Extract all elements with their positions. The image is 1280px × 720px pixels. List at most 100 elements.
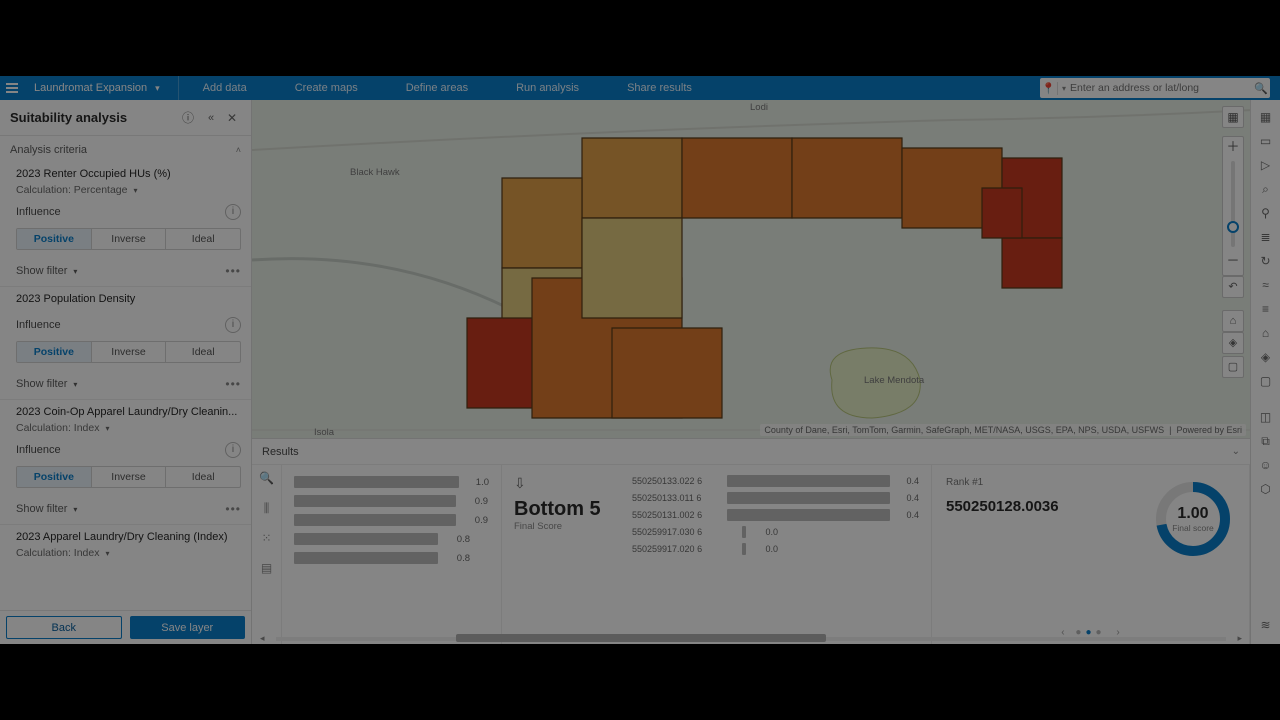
tab-add-data[interactable]: Add data [179,76,271,100]
zoom-out-button[interactable]: － [1223,251,1243,271]
search-input[interactable] [1070,82,1252,94]
window-icon[interactable]: ⧉ [1255,430,1277,452]
info-icon[interactable]: i [225,442,241,458]
top-bar-row[interactable]: 1.0 [294,475,489,489]
top-bar-row[interactable]: 0.8 [294,532,489,546]
chevron-down-icon: ▾ [73,380,77,389]
zoom-slider[interactable] [1231,161,1235,247]
collapse-icon[interactable]: « [199,112,221,124]
project-switcher[interactable]: Laundromat Expansion ▾ [24,76,179,100]
save-layer-button[interactable]: Save layer [130,616,246,639]
criterion-name: 2023 Population Density [16,293,241,305]
opt-positive[interactable]: Positive [17,342,91,362]
opt-inverse[interactable]: Inverse [91,467,166,487]
criterion-name: 2023 Apparel Laundry/Dry Cleaning (Index… [16,531,241,543]
opt-positive[interactable]: Positive [17,229,91,249]
show-filter[interactable]: Show filter ▾ [16,503,225,515]
user-icon[interactable]: ☺ [1255,454,1277,476]
score-value: 1.00 [1177,505,1208,523]
scroll-left-icon[interactable]: ◂ [260,633,265,644]
opt-positive[interactable]: Positive [17,467,91,487]
close-icon[interactable]: ✕ [221,111,243,125]
menu-icon[interactable] [0,76,24,100]
play-icon[interactable]: ▷ [1255,154,1277,176]
criterion: 2023 Coin-Op Apparel Laundry/Dry Cleanin… [0,400,251,434]
influence-toggle[interactable]: Positive Inverse Ideal [16,341,241,363]
db-icon[interactable]: ≋ [1255,614,1277,636]
help-icon[interactable]: ⓘ [177,109,199,126]
tab-define-areas[interactable]: Define areas [382,76,492,100]
chevron-down-icon: ▾ [134,186,138,195]
influence-label: Influence [16,206,225,218]
home-icon[interactable]: ⌂ [1255,322,1277,344]
table-icon[interactable]: ▤ [259,561,275,577]
map-label-3: Isola [314,427,334,438]
hex-icon[interactable]: ⬡ [1255,478,1277,500]
bottom-row[interactable]: 550250133.022 6 0.4 [632,475,919,487]
results-title: Results [262,446,1232,458]
results-panel: Results ⌄ 🔍 ⫼ ⁙ ▤ 1.0 0.9 0.9 0.8 0.8 ⇩ Bott… [252,438,1250,644]
scroll-right-icon[interactable]: ▸ [1237,633,1242,644]
info-icon[interactable]: i [225,204,241,220]
collapse-results-icon[interactable]: ⌄ [1232,446,1240,457]
map-canvas[interactable]: Lake Mendota Black Hawk Lodi Isola ▦ ＋ －… [252,100,1250,438]
results-hscroll[interactable]: ◂ ▸ [276,634,1226,644]
globe-icon[interactable]: ◈ [1255,346,1277,368]
info-icon[interactable]: i [225,317,241,333]
locate-icon[interactable]: ◈ [1222,332,1244,354]
tab-create-maps[interactable]: Create maps [271,76,382,100]
tab-share-results[interactable]: Share results [603,76,716,100]
panel-title: Suitability analysis [10,110,177,125]
more-icon[interactable]: ••• [225,264,241,278]
histogram-icon[interactable]: ⫼ [259,501,275,517]
show-filter[interactable]: Show filter ▾ [16,265,225,277]
refresh-icon[interactable]: ↻ [1255,250,1277,272]
calc-mode[interactable]: Calculation: Index ▾ [16,547,241,559]
zoom-in-icon[interactable]: ⌕ [1255,178,1277,200]
calc-mode[interactable]: Calculation: Percentage ▾ [16,184,241,196]
opt-ideal[interactable]: Ideal [165,342,240,362]
top-bar-row[interactable]: 0.9 [294,494,489,508]
monitor-icon[interactable]: ▢ [1255,370,1277,392]
pin-icon[interactable]: 📍 [1040,82,1058,95]
list-icon[interactable]: ≣ [1255,226,1277,248]
show-filter[interactable]: Show filter ▾ [16,378,225,390]
influence-toggle[interactable]: Positive Inverse Ideal [16,466,241,488]
pointer-icon[interactable]: ▭ [1255,130,1277,152]
section-analysis-criteria[interactable]: Analysis criteria ˄ [0,136,251,162]
ruler-icon[interactable]: ≡ [1255,298,1277,320]
top-bar-row[interactable]: 0.9 [294,513,489,527]
influence-toggle[interactable]: Positive Inverse Ideal [16,228,241,250]
bookmark-icon[interactable]: ◫ [1255,406,1277,428]
basemap-gallery-icon[interactable]: ▦ [1222,106,1244,128]
opt-ideal[interactable]: Ideal [165,229,240,249]
magnify-icon[interactable]: 🔍 [259,471,275,487]
layers-icon[interactable]: ▦ [1255,106,1277,128]
opt-ideal[interactable]: Ideal [165,467,240,487]
slider-icon[interactable]: ≈ [1255,274,1277,296]
search-icon[interactable]: 🔍 [1252,82,1270,95]
bottom-row[interactable]: 550259917.030 6 0.0 [632,526,919,538]
zoom-in-button[interactable]: ＋ [1223,137,1243,157]
tab-run-analysis[interactable]: Run analysis [492,76,603,100]
home-extent-icon[interactable]: ⌂ [1222,310,1244,332]
screen-icon[interactable]: ▢ [1222,356,1244,378]
top-bar-row[interactable]: 0.8 [294,551,489,565]
more-icon[interactable]: ••• [225,377,241,391]
undo-icon[interactable]: ↶ [1222,276,1244,298]
bottom-row[interactable]: 550259917.020 6 0.0 [632,543,919,555]
opt-inverse[interactable]: Inverse [91,229,166,249]
bottom5-panel: ⇩ Bottom 5 Final Score 550250133.022 6 0… [502,465,932,644]
chevron-down-icon[interactable]: ▾ [1058,84,1070,93]
more-icon[interactable]: ••• [225,502,241,516]
bottom-row[interactable]: 550250131.002 6 0.4 [632,509,919,521]
back-button[interactable]: Back [6,616,122,639]
calc-mode[interactable]: Calculation: Index ▾ [16,422,241,434]
bottom-row[interactable]: 550250133.011 6 0.4 [632,492,919,504]
zoom-area-icon[interactable]: ⚲ [1255,202,1277,224]
scatter-icon[interactable]: ⁙ [259,531,275,547]
top5-chart: 1.0 0.9 0.9 0.8 0.8 [282,465,502,644]
project-name: Laundromat Expansion [34,82,147,94]
map-label-lake: Lake Mendota [864,375,924,386]
opt-inverse[interactable]: Inverse [91,342,166,362]
